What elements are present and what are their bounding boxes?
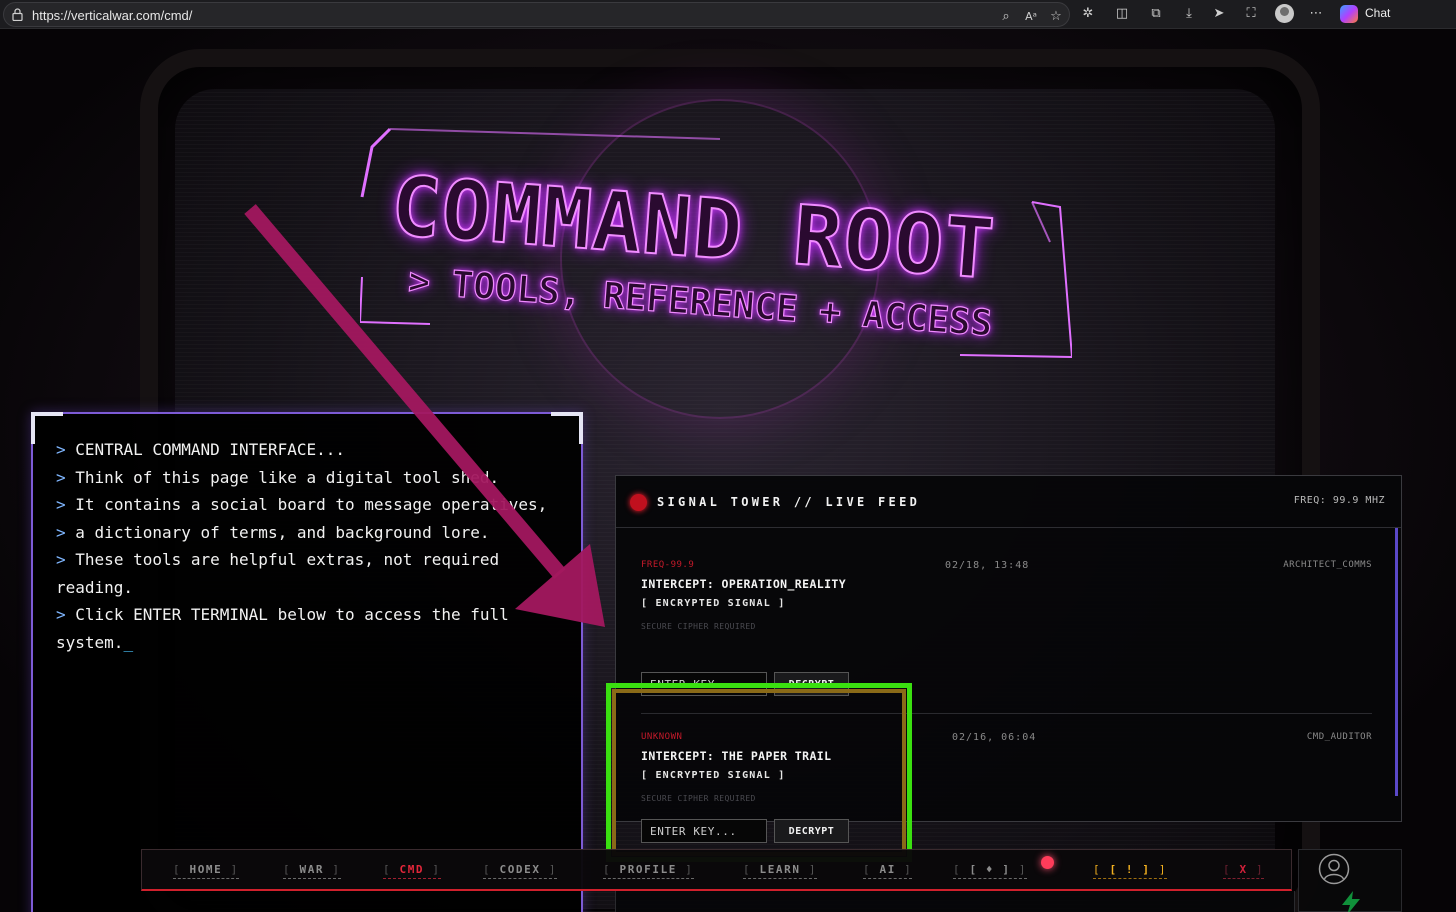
prompt-symbol: >	[56, 605, 66, 624]
copilot-icon	[1340, 5, 1358, 23]
message-title: INTERCEPT: OPERATION_REALITY	[641, 577, 847, 591]
page-viewport: COMMAND ROOT > TOOLS, REFERENCE + ACCESS…	[0, 29, 1456, 912]
prompt-symbol: >	[56, 495, 66, 514]
live-indicator-icon	[630, 494, 647, 511]
downloads-icon[interactable]: ⤓	[1180, 5, 1198, 23]
extensions-icon[interactable]: ✲	[1079, 5, 1097, 23]
split-screen-icon[interactable]: ◫	[1113, 5, 1131, 23]
screenshot-icon[interactable]: ⛶	[1242, 5, 1260, 23]
feed-panel-lower-edge	[615, 891, 1295, 912]
feed-scrollbar[interactable]	[1395, 528, 1398, 796]
favorite-star-icon[interactable]: ☆	[1047, 8, 1065, 26]
read-aloud-icon[interactable]: Aᵃ	[1022, 8, 1040, 26]
prompt-symbol: >	[56, 467, 66, 487]
prompt-symbol: >	[56, 440, 66, 459]
chat-label: Chat	[1365, 6, 1391, 20]
collections-icon[interactable]: ⧉	[1147, 5, 1165, 23]
nav-item-codex[interactable]: [ CODEX ]	[483, 863, 558, 879]
frequency-readout: FREQ: 99.9 MHZ	[1293, 495, 1385, 506]
terminal-line: > CENTRAL COMMAND INTERFACE...	[56, 436, 556, 464]
share-icon[interactable]: ➤	[1210, 5, 1228, 23]
terminal-line: > a dictionary of terms, and background …	[56, 519, 556, 547]
nav-item-war[interactable]: [ WAR ]	[283, 863, 341, 879]
browser-toolbar: https://verticalwar.com/cmd/ ⌕ Aᵃ ☆ ✲ ◫ …	[0, 0, 1456, 29]
blinking-cursor: _	[123, 632, 134, 652]
signal-tower-header: SIGNAL TOWER // LIVE FEED FREQ: 99.9 MHZ	[616, 476, 1401, 528]
more-menu-icon[interactable]: ⋯	[1307, 5, 1325, 23]
notification-dot	[1041, 856, 1054, 869]
bolt-icon[interactable]	[1338, 891, 1364, 912]
address-bar[interactable]: https://verticalwar.com/cmd/ ⌕ Aᵃ ☆	[3, 2, 1070, 27]
nav-item-home[interactable]: [ HOME ]	[173, 863, 239, 879]
intercept-message: FREQ-99.9 02/18, 13:48 ARCHITECT_COMMS I…	[641, 536, 1372, 696]
terminal-line: > Click ENTER TERMINAL below to access t…	[56, 601, 556, 656]
user-circle-icon[interactable]	[1318, 853, 1350, 885]
url-text[interactable]: https://verticalwar.com/cmd/	[32, 8, 192, 23]
nav-item-exit[interactable]: [ X ]	[1223, 863, 1265, 879]
nav-item-alerts[interactable]: [ [ ! ] ]	[1093, 863, 1168, 879]
terminal-line: > It contains a social board to message …	[56, 491, 556, 519]
prompt-symbol: >	[56, 550, 66, 569]
browser-profile-avatar[interactable]	[1275, 4, 1294, 23]
terminal-line-text: Think of this page like a digital tool s…	[75, 467, 500, 487]
signal-tower-title: SIGNAL TOWER // LIVE FEED	[657, 495, 921, 509]
highlight-annotation-inner	[612, 689, 906, 856]
prompt-symbol: >	[56, 522, 66, 542]
terminal-line: > Think of this page like a digital tool…	[56, 464, 556, 492]
nav-item-learn[interactable]: [ LEARN ]	[743, 863, 818, 879]
terminal-line-text: These tools are helpful extras, not requ…	[56, 550, 500, 597]
message-author: CMD_AUDITOR	[1306, 732, 1372, 742]
lock-icon	[12, 8, 23, 21]
bottom-nav: [ HOME ] [ WAR ] [ CMD ] [ CODEX ] [ PRO…	[141, 849, 1292, 891]
terminal-line-text: It contains a social board to message op…	[75, 495, 548, 514]
terminal-text: > CENTRAL COMMAND INTERFACE... > Think o…	[56, 436, 556, 656]
terminal-intro-panel: > CENTRAL COMMAND INTERFACE... > Think o…	[31, 412, 583, 912]
copilot-chat-button[interactable]: Chat	[1336, 3, 1396, 25]
nav-item-diamond[interactable]: [ [ ♦ ] ]	[953, 863, 1028, 879]
message-timestamp: 02/16, 06:04	[952, 732, 1037, 743]
message-source: FREQ-99.9	[641, 560, 695, 570]
terminal-line-text: a dictionary of terms, and background lo…	[75, 522, 490, 542]
nav-item-cmd[interactable]: [ CMD ]	[383, 863, 441, 879]
terminal-line: > These tools are helpful extras, not re…	[56, 546, 556, 601]
zoom-icon[interactable]: ⌕	[997, 8, 1015, 26]
nav-item-ai[interactable]: [ AI ]	[863, 863, 913, 879]
message-timestamp: 02/18, 13:48	[945, 560, 1030, 571]
cipher-note: SECURE CIPHER REQUIRED	[641, 622, 756, 631]
message-status: [ ENCRYPTED SIGNAL ]	[641, 598, 786, 609]
nav-item-profile[interactable]: [ PROFILE ]	[603, 863, 694, 879]
message-author: ARCHITECT_COMMS	[1283, 560, 1372, 570]
terminal-line-text: CENTRAL COMMAND INTERFACE...	[75, 440, 345, 459]
